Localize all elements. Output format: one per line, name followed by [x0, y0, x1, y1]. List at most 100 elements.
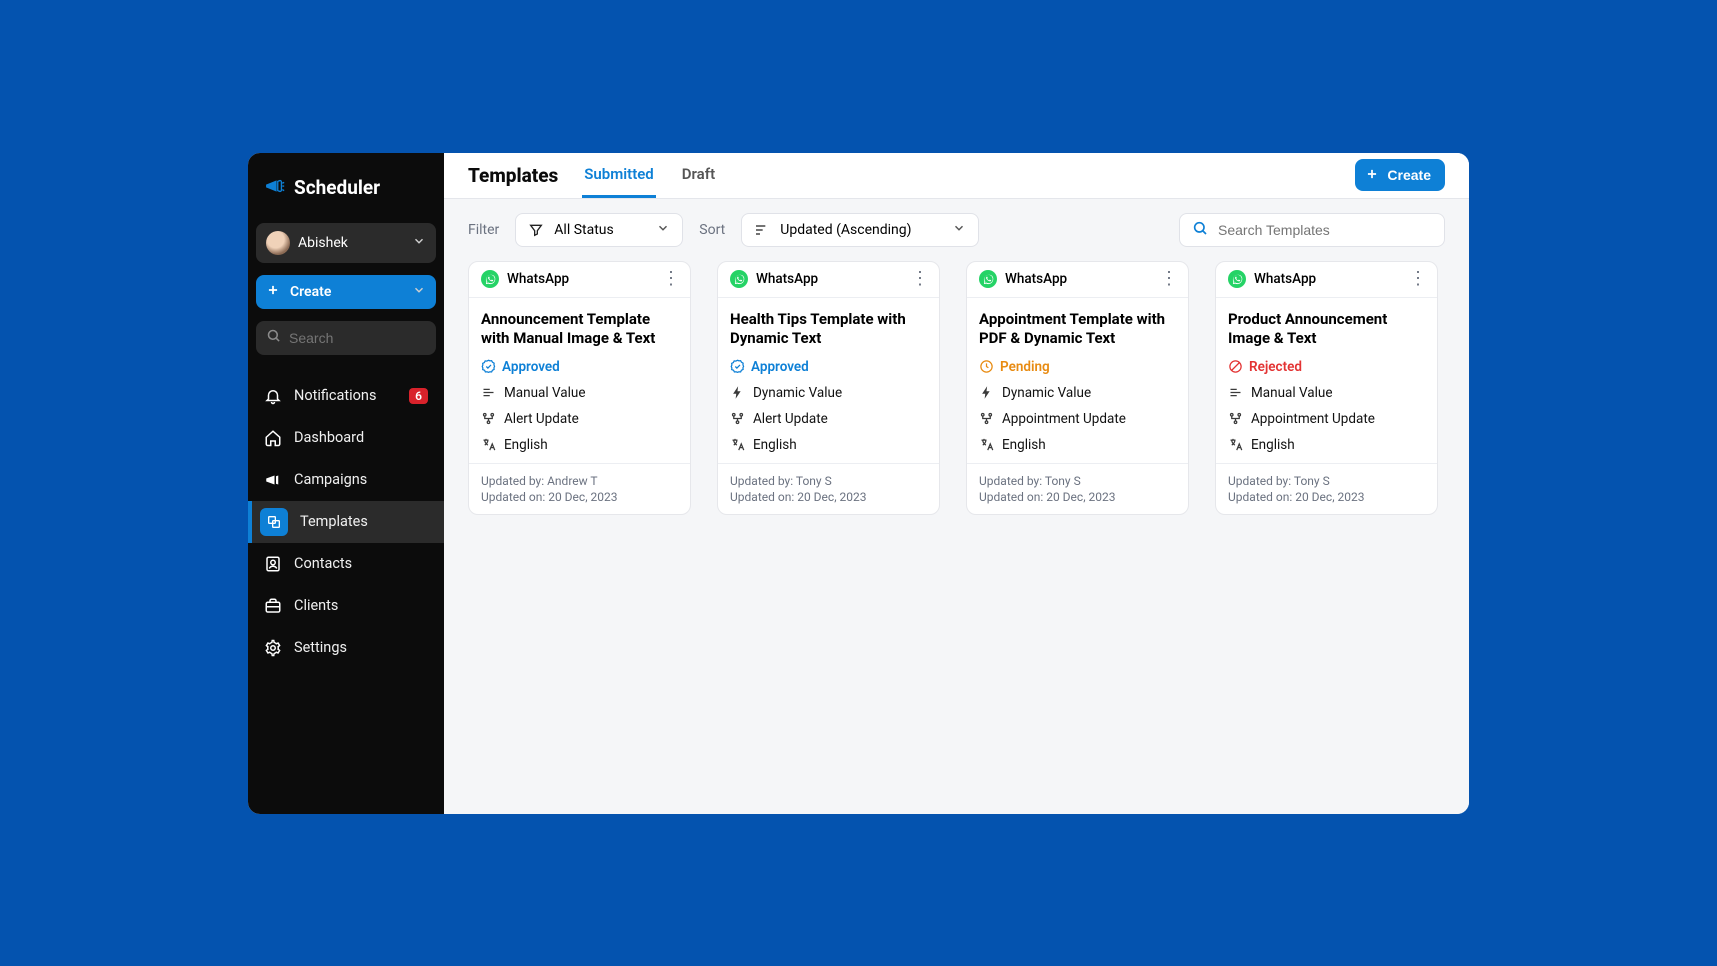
tab-submitted[interactable]: Submitted [582, 153, 656, 198]
card-title: Announcement Template with Manual Image … [481, 310, 678, 349]
whatsapp-icon [1228, 270, 1246, 288]
card-header: WhatsApp ⋮ [1216, 262, 1437, 298]
sidebar-item-label: Settings [294, 639, 347, 656]
sidebar-item-label: Dashboard [294, 429, 364, 446]
sort-value: Updated (Ascending) [780, 222, 942, 238]
language-icon [979, 437, 994, 452]
filter-icon [528, 222, 544, 238]
template-card[interactable]: WhatsApp ⋮ Product Announcement Image & … [1215, 261, 1438, 515]
kebab-menu-icon[interactable]: ⋮ [1409, 270, 1425, 288]
brand: Scheduler [248, 165, 444, 217]
template-search[interactable] [1179, 213, 1445, 247]
sort-select[interactable]: Updated (Ascending) [741, 213, 979, 247]
status-icon [481, 359, 496, 374]
create-button[interactable]: Create [1355, 159, 1445, 191]
sidebar-create-button[interactable]: Create [256, 275, 436, 309]
value-type-row: Manual Value [1228, 385, 1425, 401]
brand-name: Scheduler [294, 176, 380, 199]
category-row: Appointment Update [979, 411, 1176, 427]
chevron-down-icon [412, 283, 426, 301]
status-label: Pending [1000, 359, 1050, 375]
megaphone-icon [264, 471, 282, 489]
whatsapp-icon [730, 270, 748, 288]
app-window: Scheduler Abishek Create [248, 153, 1469, 814]
user-name: Abishek [298, 235, 404, 251]
kebab-menu-icon[interactable]: ⋮ [662, 270, 678, 288]
card-header: WhatsApp ⋮ [469, 262, 690, 298]
page-title: Templates [468, 164, 558, 187]
plus-icon [1365, 167, 1379, 184]
home-icon [264, 429, 282, 447]
chevron-down-icon [412, 233, 426, 252]
language-row: English [979, 437, 1176, 453]
template-card[interactable]: WhatsApp ⋮ Health Tips Template with Dyn… [717, 261, 940, 515]
notifications-badge: 6 [409, 388, 428, 404]
sidebar-search[interactable] [256, 321, 436, 355]
gear-icon [264, 639, 282, 657]
sidebar-item-contacts[interactable]: Contacts [248, 543, 444, 585]
card-header: WhatsApp ⋮ [718, 262, 939, 298]
card-header: WhatsApp ⋮ [967, 262, 1188, 298]
status-icon [979, 359, 994, 374]
status-badge: Rejected [1228, 359, 1425, 375]
card-footer: Updated by: Tony S Updated on: 20 Dec, 2… [967, 463, 1188, 514]
create-button-label: Create [1387, 167, 1431, 183]
template-card[interactable]: WhatsApp ⋮ Announcement Template with Ma… [468, 261, 691, 515]
status-label: Rejected [1249, 359, 1302, 375]
filter-bar: Filter All Status Sort Updated (Ascendin… [444, 199, 1469, 261]
value-type-row: Dynamic Value [979, 385, 1176, 401]
sidebar-item-label: Templates [300, 513, 368, 530]
sidebar-item-settings[interactable]: Settings [248, 627, 444, 669]
language-row: English [1228, 437, 1425, 453]
main-panel: Templates Submitted Draft Create Filter … [444, 153, 1469, 814]
value-type-row: Dynamic Value [730, 385, 927, 401]
bell-icon [264, 387, 282, 405]
template-card[interactable]: WhatsApp ⋮ Appointment Template with PDF… [966, 261, 1189, 515]
kebab-menu-icon[interactable]: ⋮ [911, 270, 927, 288]
sidebar-create-label: Create [290, 284, 331, 300]
category-row: Appointment Update [1228, 411, 1425, 427]
card-title: Appointment Template with PDF & Dynamic … [979, 310, 1176, 349]
language-row: English [481, 437, 678, 453]
sidebar-item-label: Clients [294, 597, 338, 614]
briefcase-icon [264, 597, 282, 615]
sidebar-item-templates[interactable]: Templates [248, 501, 444, 543]
platform-label: WhatsApp [756, 271, 903, 287]
tab-draft[interactable]: Draft [680, 153, 717, 198]
user-menu[interactable]: Abishek [256, 223, 436, 263]
plus-icon [266, 283, 280, 301]
status-badge: Approved [730, 359, 927, 375]
category-row: Alert Update [730, 411, 927, 427]
avatar [266, 231, 290, 255]
status-label: Approved [751, 359, 809, 375]
search-icon [266, 328, 281, 347]
template-search-input[interactable] [1218, 222, 1432, 238]
chevron-down-icon [952, 221, 966, 239]
topbar: Templates Submitted Draft Create [444, 153, 1469, 199]
category-row: Alert Update [481, 411, 678, 427]
contact-icon [264, 555, 282, 573]
value-type-icon [481, 385, 496, 400]
sidebar-nav: Notifications 6 Dashboard Campaigns Tem [248, 367, 444, 669]
sidebar-item-notifications[interactable]: Notifications 6 [248, 375, 444, 417]
value-type-icon [1228, 385, 1243, 400]
sidebar-search-input[interactable] [289, 330, 470, 346]
category-icon [730, 411, 745, 426]
sidebar-item-dashboard[interactable]: Dashboard [248, 417, 444, 459]
platform-label: WhatsApp [1005, 271, 1152, 287]
whatsapp-icon [481, 270, 499, 288]
card-footer: Updated by: Andrew T Updated on: 20 Dec,… [469, 463, 690, 514]
sort-label: Sort [699, 222, 725, 238]
category-icon [1228, 411, 1243, 426]
sidebar-item-label: Contacts [294, 555, 352, 572]
filter-status-select[interactable]: All Status [515, 213, 683, 247]
category-icon [979, 411, 994, 426]
templates-icon [260, 508, 288, 536]
sidebar-item-campaigns[interactable]: Campaigns [248, 459, 444, 501]
kebab-menu-icon[interactable]: ⋮ [1160, 270, 1176, 288]
sidebar-item-clients[interactable]: Clients [248, 585, 444, 627]
search-icon [1192, 220, 1208, 240]
platform-label: WhatsApp [507, 271, 654, 287]
status-icon [1228, 359, 1243, 374]
platform-label: WhatsApp [1254, 271, 1401, 287]
